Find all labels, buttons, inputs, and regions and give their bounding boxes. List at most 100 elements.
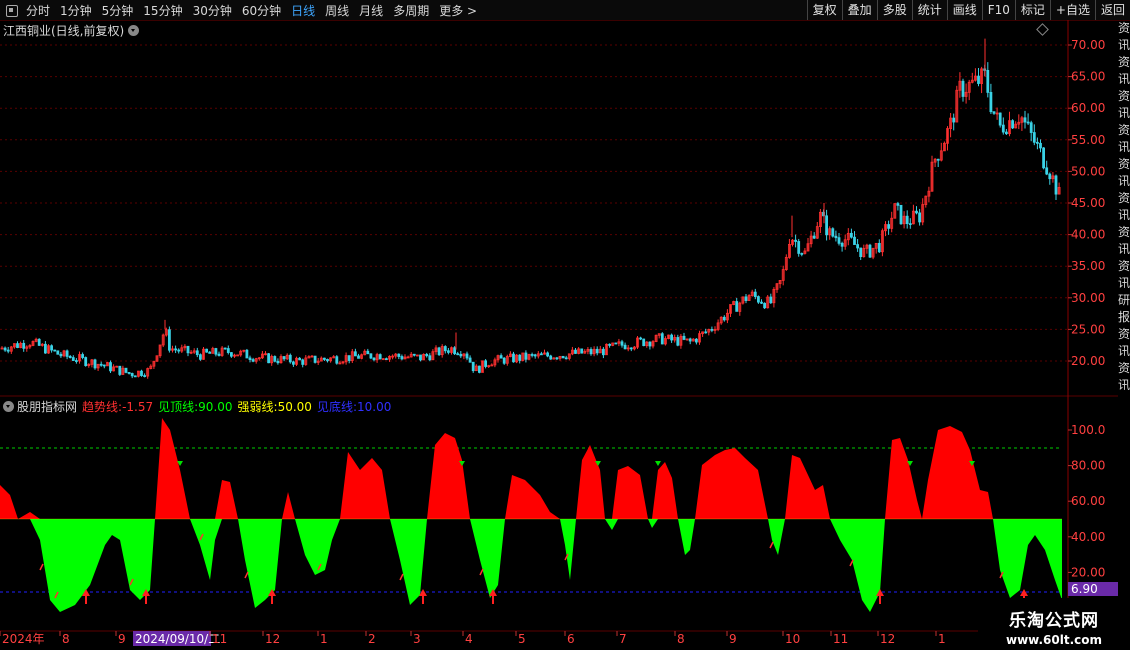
bearish-area <box>0 519 1062 612</box>
candle-body <box>372 357 376 361</box>
candle-body <box>177 349 181 352</box>
candle-body <box>1001 124 1005 133</box>
price-tick-label: 65.00 <box>1071 70 1105 84</box>
bottom-label: 见底线: <box>316 400 357 414</box>
price-tick-label: 45.00 <box>1071 196 1105 210</box>
date-label: 7 <box>619 632 627 646</box>
candle-body <box>840 242 844 247</box>
candle-body <box>1029 122 1033 133</box>
candle-body <box>998 112 1002 126</box>
info-sidebar[interactable]: 资讯资讯资讯资讯资讯资讯资讯资讯研报资讯资讯公告资讯资讯 <box>1118 20 1130 395</box>
candle-body <box>1026 121 1030 124</box>
candle-body <box>81 354 84 358</box>
candle-body <box>326 359 329 362</box>
price-tick-label: 20.00 <box>1071 354 1105 368</box>
sell-marker-icon <box>655 461 661 466</box>
chevron-down-icon[interactable] <box>3 401 14 412</box>
candle-body <box>56 350 60 355</box>
date-label: 11 <box>212 632 227 646</box>
candle-body <box>899 204 903 225</box>
price-tick-label: 40.00 <box>1071 228 1105 242</box>
candle-body <box>298 357 302 361</box>
candle-body <box>133 375 137 378</box>
chevron-down-icon[interactable] <box>128 25 140 36</box>
candle-body <box>484 360 488 367</box>
candle-body <box>682 335 686 340</box>
candle-body <box>499 355 503 359</box>
candle-body <box>453 347 457 355</box>
candle-body <box>797 241 801 254</box>
candle-body <box>623 344 627 350</box>
candle-body <box>800 253 804 255</box>
candle-body <box>812 235 816 239</box>
candle-body <box>109 362 112 372</box>
candle-body <box>428 355 432 361</box>
candle-body <box>50 345 53 351</box>
candle-body <box>620 341 624 346</box>
candle-body <box>198 354 202 360</box>
candle-body <box>660 333 664 345</box>
site-logo: 乐淘公式网 www.60lt.com <box>978 598 1130 650</box>
candle-body <box>291 361 295 365</box>
candle-body <box>1032 132 1036 143</box>
top-label: 见顶线: <box>158 400 199 414</box>
candle-body <box>357 355 360 359</box>
candle-body <box>400 356 404 360</box>
indicator-tick-label: 100.0 <box>1071 423 1105 437</box>
indicator-tick-label: 40.00 <box>1071 530 1105 544</box>
indicator-name: 股朋指标网 <box>17 400 78 414</box>
candle-body <box>710 328 714 331</box>
chart-canvas[interactable]: 70.00 65.00 60.00 55.00 50.00 45.00 40.00 35.00… <box>0 0 1130 650</box>
candle-body <box>502 357 506 364</box>
candle-body <box>1023 117 1027 123</box>
candle-body <box>757 296 760 303</box>
date-label: 3 <box>413 632 421 646</box>
date-label: 1 <box>320 632 328 646</box>
candle-body <box>378 354 382 360</box>
bottom-value: 10.00 <box>356 400 392 414</box>
date-label: 12 <box>880 632 895 646</box>
candle-body <box>564 357 568 360</box>
candle-body <box>301 359 305 365</box>
trend-value: -1.57 <box>122 400 154 414</box>
candle-body <box>425 353 429 357</box>
candle-body <box>84 357 88 366</box>
candle-body <box>419 354 422 361</box>
candle-body <box>574 349 577 354</box>
candle-body <box>16 343 19 348</box>
candle-body <box>918 212 921 223</box>
candle-body <box>853 236 856 245</box>
candle-body <box>6 349 10 352</box>
main-chart-title: 江西铜业(日线,前复权) <box>3 22 140 39</box>
mid-value: 50.00 <box>277 400 312 414</box>
candle-body <box>102 364 106 367</box>
candle-body <box>143 375 147 377</box>
candle-body <box>868 244 872 258</box>
date-label: 12 <box>265 632 280 646</box>
candle-body <box>59 353 63 357</box>
candle-body <box>369 353 373 359</box>
signal-mark <box>39 563 44 571</box>
candle-body <box>688 338 692 342</box>
candle-body <box>837 237 841 244</box>
date-label: 5 <box>518 632 526 646</box>
candle-body <box>753 291 757 297</box>
candle-body <box>229 352 233 357</box>
candle-body <box>130 373 134 377</box>
candle-body <box>887 224 890 229</box>
price-tick-label: 35.00 <box>1071 259 1105 273</box>
candle-body <box>68 356 72 359</box>
candle-body <box>412 353 416 356</box>
candle-body <box>648 341 652 347</box>
candle-body <box>208 351 212 354</box>
date-label: 8 <box>62 632 70 646</box>
candle-body <box>769 296 773 304</box>
candle-body <box>245 349 249 359</box>
candle-body <box>831 228 835 237</box>
candle-body <box>276 360 280 364</box>
candle-body <box>465 353 469 359</box>
date-label: 4 <box>465 632 473 646</box>
candle-body <box>877 242 881 253</box>
candle-body <box>589 349 593 355</box>
price-tick-label: 55.00 <box>1071 133 1105 147</box>
